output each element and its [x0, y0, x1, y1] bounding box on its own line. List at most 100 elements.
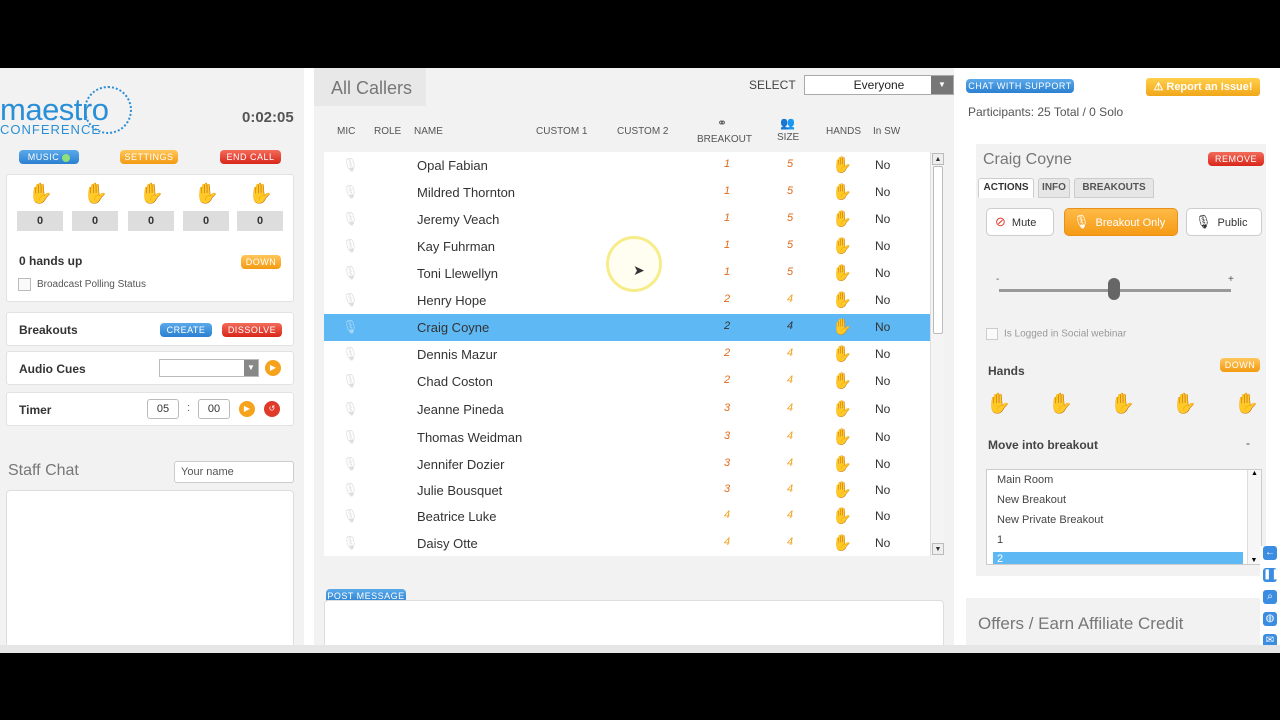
- end-call-button[interactable]: END CALL: [220, 150, 281, 164]
- raise-hand-icon[interactable]: ✋: [832, 344, 852, 364]
- hand-slot-5[interactable]: ✋ 0: [237, 183, 283, 231]
- header-name[interactable]: NAME: [414, 126, 443, 137]
- raise-hand-icon[interactable]: ✋: [832, 480, 852, 500]
- header-breakout[interactable]: BREAKOUT: [697, 134, 752, 145]
- header-mic[interactable]: MIC: [337, 126, 355, 137]
- raise-hand-icon[interactable]: ✋: [832, 371, 852, 391]
- broadcast-polling-toggle[interactable]: Broadcast Polling Status: [18, 278, 146, 291]
- pause-icon[interactable]: ❚❚: [1263, 568, 1280, 582]
- microphone-icon[interactable]: 🎙: [342, 265, 359, 281]
- volume-slider[interactable]: - +: [996, 274, 1234, 300]
- microphone-icon[interactable]: 🎙: [342, 292, 359, 308]
- participant-hands-down-button[interactable]: DOWN: [1220, 358, 1260, 372]
- table-row[interactable]: 🎙 Jennifer Dozier 3 4 ✋ No: [324, 451, 930, 478]
- table-row[interactable]: 🎙 Jeanne Pineda 3 4 ✋ No: [324, 396, 930, 423]
- header-custom1[interactable]: CUSTOM 1: [536, 126, 588, 137]
- table-row[interactable]: 🎙 Thomas Weidman 3 4 ✋ No: [324, 424, 930, 451]
- table-row[interactable]: 🎙 Daisy Otte 4 4 ✋ No: [324, 530, 930, 557]
- raise-hand-icon[interactable]: ✋: [832, 399, 852, 419]
- caller-filter-select[interactable]: Everyone ▼: [804, 75, 954, 95]
- header-hands[interactable]: HANDS: [826, 126, 861, 137]
- table-row[interactable]: 🎙 Mildred Thornton 1 5 ✋ No: [324, 179, 930, 206]
- microphone-icon[interactable]: 🎙: [342, 373, 359, 389]
- hand-2-icon[interactable]: ✋: [1048, 391, 1073, 416]
- microphone-icon[interactable]: 🎙: [342, 535, 359, 551]
- breakout-option[interactable]: New Breakout: [997, 494, 1066, 506]
- raise-hand-icon[interactable]: ✋: [832, 155, 852, 175]
- play-audio-cue-button[interactable]: ▶: [265, 360, 281, 376]
- microphone-icon[interactable]: 🎙: [342, 401, 359, 417]
- arrow-left-icon[interactable]: ←: [1263, 546, 1277, 560]
- scroll-thumb[interactable]: [933, 166, 943, 334]
- remove-participant-button[interactable]: REMOVE: [1208, 152, 1264, 166]
- hand-3-icon[interactable]: ✋: [1110, 391, 1135, 416]
- reset-timer-button[interactable]: ↺: [264, 401, 280, 417]
- raise-hand-icon[interactable]: ✋: [832, 427, 852, 447]
- search-icon[interactable]: ⌕: [1263, 590, 1277, 604]
- hand-slot-3[interactable]: ✋ 0: [128, 183, 174, 231]
- hands-down-button[interactable]: DOWN: [241, 255, 281, 269]
- timer-seconds-input[interactable]: 00: [198, 399, 230, 419]
- breakout-only-button[interactable]: 🎙 Breakout Only: [1064, 208, 1178, 236]
- raise-hand-icon[interactable]: ✋: [832, 454, 852, 474]
- timer-minutes-input[interactable]: 05: [147, 399, 179, 419]
- microphone-icon[interactable]: 🎙: [342, 346, 359, 362]
- logged-in-checkbox[interactable]: [986, 328, 998, 340]
- breakout-option[interactable]: 2: [997, 553, 1003, 564]
- table-row[interactable]: 🎙 Chad Coston 2 4 ✋ No: [324, 368, 930, 395]
- hand-1-icon[interactable]: ✋: [986, 391, 1011, 416]
- hand-slot-4[interactable]: ✋ 0: [183, 183, 229, 231]
- microphone-icon[interactable]: 🎙: [342, 456, 359, 472]
- page-horizontal-scrollbar[interactable]: [0, 645, 1280, 653]
- globe-icon[interactable]: ◍: [1263, 612, 1277, 626]
- raise-hand-icon[interactable]: ✋: [832, 506, 852, 526]
- volume-knob[interactable]: [1108, 278, 1120, 300]
- hand-5-icon[interactable]: ✋: [1234, 391, 1259, 416]
- table-row[interactable]: 🎙 Craig Coyne 2 4 ✋ No: [324, 314, 930, 341]
- scroll-down-icon[interactable]: ▼: [932, 543, 944, 555]
- breakout-option[interactable]: 1: [997, 534, 1003, 546]
- audio-cues-select[interactable]: ▼: [159, 359, 259, 377]
- raise-hand-icon[interactable]: ✋: [832, 533, 852, 553]
- header-size[interactable]: SIZE: [777, 132, 799, 143]
- microphone-icon[interactable]: 🎙: [342, 184, 359, 200]
- breakout-list-scrollbar[interactable]: ▲ ▼: [1247, 470, 1261, 564]
- table-row[interactable]: 🎙 Dennis Mazur 2 4 ✋ No: [324, 341, 930, 368]
- settings-button[interactable]: SETTINGS: [120, 150, 178, 164]
- dissolve-breakout-button[interactable]: DISSOLVE: [222, 323, 282, 337]
- raise-hand-icon[interactable]: ✋: [832, 182, 852, 202]
- start-timer-button[interactable]: ▶: [239, 401, 255, 417]
- raise-hand-icon[interactable]: ✋: [832, 209, 852, 229]
- mute-button[interactable]: ⊘ Mute: [986, 208, 1054, 236]
- scroll-up-icon[interactable]: ▲: [1248, 470, 1261, 477]
- raise-hand-icon[interactable]: ✋: [832, 290, 852, 310]
- public-button[interactable]: 🎙 Public: [1186, 208, 1262, 236]
- music-button[interactable]: MUSIC: [19, 150, 79, 164]
- hand-slot-1[interactable]: ✋ 0: [17, 183, 63, 231]
- table-row[interactable]: 🎙 Beatrice Luke 4 4 ✋ No: [324, 503, 930, 530]
- breakout-option[interactable]: New Private Breakout: [997, 514, 1103, 526]
- create-breakout-button[interactable]: CREATE: [160, 323, 212, 337]
- microphone-icon[interactable]: 🎙: [342, 157, 359, 173]
- chat-with-support-button[interactable]: CHAT WITH SUPPORT: [966, 79, 1074, 93]
- hand-slot-2[interactable]: ✋ 0: [72, 183, 118, 231]
- tab-breakouts[interactable]: BREAKOUTS: [1074, 178, 1154, 198]
- microphone-icon[interactable]: 🎙: [342, 211, 359, 227]
- breakout-option[interactable]: Main Room: [997, 474, 1053, 486]
- tab-actions[interactable]: ACTIONS: [978, 178, 1034, 198]
- header-role[interactable]: ROLE: [374, 126, 401, 137]
- header-in-sw[interactable]: In SW: [873, 126, 900, 137]
- microphone-icon[interactable]: 🎙: [342, 482, 359, 498]
- raise-hand-icon[interactable]: ✋: [832, 236, 852, 256]
- microphone-icon[interactable]: 🎙: [342, 508, 359, 524]
- logged-in-toggle[interactable]: Is Logged in Social webinar: [986, 328, 1126, 340]
- broadcast-polling-checkbox[interactable]: [18, 278, 31, 291]
- staff-chat-log[interactable]: [6, 490, 294, 652]
- table-row[interactable]: 🎙 Julie Bousquet 3 4 ✋ No: [324, 477, 930, 504]
- report-issue-button[interactable]: ⚠ Report an Issue!: [1146, 78, 1260, 96]
- header-custom2[interactable]: CUSTOM 2: [617, 126, 669, 137]
- callers-scrollbar[interactable]: ▲ ▼: [930, 152, 944, 556]
- breakout-list[interactable]: Main Room New Breakout New Private Break…: [986, 469, 1262, 565]
- collapse-toggle[interactable]: -: [1246, 436, 1250, 450]
- raise-hand-icon[interactable]: ✋: [832, 263, 852, 283]
